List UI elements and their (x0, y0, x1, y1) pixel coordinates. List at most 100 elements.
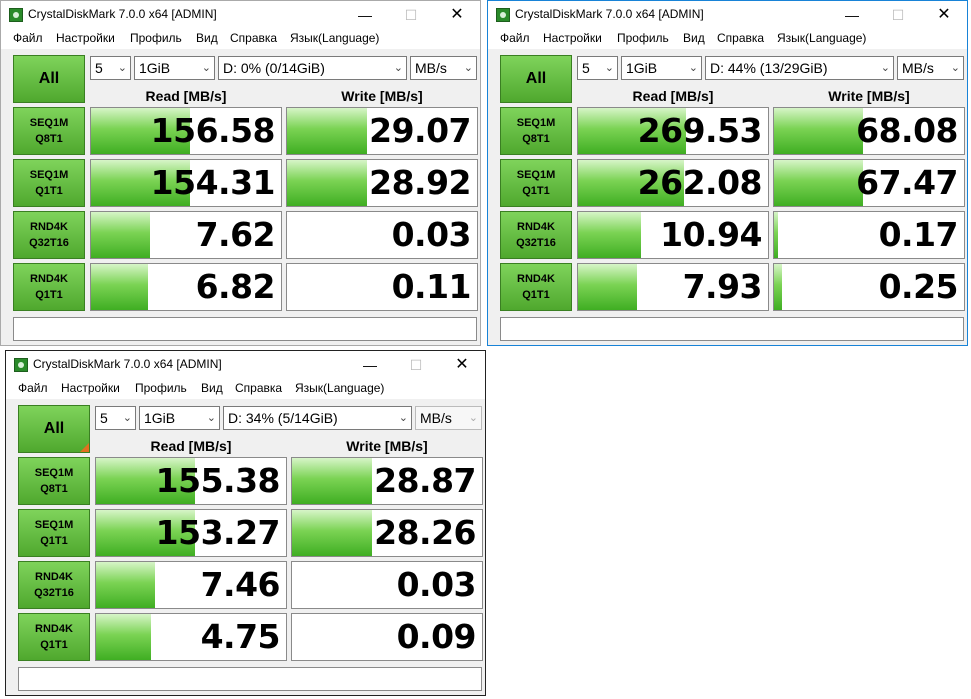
write-value: 67.47 (856, 163, 958, 202)
write-result: 0.03 (291, 561, 483, 609)
read-result: 10.94 (577, 211, 769, 259)
test-run-button[interactable]: RND4K Q32T16 (500, 211, 572, 259)
test-run-button[interactable]: RND4K Q1T1 (18, 613, 90, 661)
test-size-select[interactable]: 1GiB ⌄ (139, 406, 220, 430)
cdm-window-1: CrystalDiskMark 7.0.0 x64 [ADMIN] — ☐ ✕ Файл… (0, 0, 481, 346)
test-run-button[interactable]: RND4K Q1T1 (500, 263, 572, 311)
test-name: RND4K (35, 571, 73, 583)
chevron-down-icon: ⌄ (117, 62, 127, 74)
comment-field[interactable] (13, 317, 477, 341)
menu-item[interactable]: Файл (13, 31, 43, 45)
test-run-button[interactable]: SEQ1M Q1T1 (18, 509, 90, 557)
read-result: 156.58 (90, 107, 282, 155)
close-button[interactable]: ✕ (434, 1, 480, 29)
minimize-button[interactable]: — (829, 1, 875, 29)
drive-value: D: 44% (13/29GiB) (710, 60, 828, 76)
test-params: Q32T16 (516, 237, 556, 249)
run-all-button[interactable]: All (500, 55, 572, 103)
read-bar (96, 562, 155, 608)
read-value: 7.46 (200, 565, 281, 604)
write-result: 68.08 (773, 107, 965, 155)
write-value: 0.03 (396, 565, 477, 604)
run-all-button[interactable]: All (13, 55, 85, 103)
menu-item[interactable]: Настройки (61, 381, 120, 395)
test-run-button[interactable]: SEQ1M Q8T1 (13, 107, 85, 155)
write-result: 28.92 (286, 159, 478, 207)
test-size-select[interactable]: 1GiB ⌄ (134, 56, 215, 80)
test-run-button[interactable]: RND4K Q32T16 (13, 211, 85, 259)
read-header: Read [MB/s] (145, 88, 227, 104)
test-size-value: 1GiB (626, 60, 658, 76)
chevron-down-icon: ⌄ (463, 62, 473, 74)
write-bar (292, 510, 372, 556)
close-button[interactable]: ✕ (439, 351, 485, 379)
menu-item[interactable]: Справка (235, 381, 282, 395)
write-value: 68.08 (856, 111, 958, 150)
test-name: RND4K (35, 623, 73, 635)
title-bar[interactable]: CrystalDiskMark 7.0.0 x64 [ADMIN] — ☐ ✕ (488, 1, 967, 29)
minimize-button[interactable]: — (342, 1, 388, 29)
menu-item[interactable]: Справка (230, 31, 277, 45)
test-count-select[interactable]: 5 ⌄ (577, 56, 618, 80)
read-bar (96, 614, 152, 660)
test-params: Q1T1 (522, 185, 550, 197)
test-run-button[interactable]: SEQ1M Q1T1 (13, 159, 85, 207)
chevron-down-icon: ⌄ (880, 62, 890, 74)
maximize-button[interactable]: ☐ (388, 1, 434, 29)
test-count-select[interactable]: 5 ⌄ (95, 406, 136, 430)
title-bar[interactable]: CrystalDiskMark 7.0.0 x64 [ADMIN] — ☐ ✕ (6, 351, 485, 379)
menu-item[interactable]: Файл (18, 381, 48, 395)
maximize-button[interactable]: ☐ (875, 1, 921, 29)
drive-select[interactable]: D: 0% (0/14GiB) ⌄ (218, 56, 407, 80)
maximize-button[interactable]: ☐ (393, 351, 439, 379)
write-result: 0.09 (291, 613, 483, 661)
menu-item[interactable]: Язык(Language) (295, 381, 384, 395)
test-run-button[interactable]: RND4K Q1T1 (13, 263, 85, 311)
menu-item[interactable]: Профиль (130, 31, 182, 45)
test-run-button[interactable]: SEQ1M Q8T1 (500, 107, 572, 155)
chevron-down-icon: ⌄ (468, 412, 478, 424)
menu-item[interactable]: Язык(Language) (777, 31, 866, 45)
write-result: 0.03 (286, 211, 478, 259)
read-bar (91, 264, 148, 310)
write-result: 0.17 (773, 211, 965, 259)
menu-item[interactable]: Профиль (135, 381, 187, 395)
chevron-down-icon: ⌄ (122, 412, 132, 424)
unit-select[interactable]: MB/s ⌄ (415, 406, 482, 430)
unit-select[interactable]: MB/s ⌄ (897, 56, 964, 80)
drive-select[interactable]: D: 44% (13/29GiB) ⌄ (705, 56, 894, 80)
test-count-value: 5 (582, 60, 590, 76)
test-run-button[interactable]: RND4K Q32T16 (18, 561, 90, 609)
test-count-select[interactable]: 5 ⌄ (90, 56, 131, 80)
unit-select[interactable]: MB/s ⌄ (410, 56, 477, 80)
write-header: Write [MB/s] (341, 88, 423, 104)
drive-select[interactable]: D: 34% (5/14GiB) ⌄ (223, 406, 412, 430)
menu-item[interactable]: Файл (500, 31, 530, 45)
minimize-button[interactable]: — (347, 351, 393, 379)
test-run-button[interactable]: SEQ1M Q8T1 (18, 457, 90, 505)
read-value: 7.62 (195, 215, 276, 254)
read-result: 4.75 (95, 613, 287, 661)
menu-item[interactable]: Вид (683, 31, 705, 45)
menu-item[interactable]: Вид (201, 381, 223, 395)
write-result: 0.11 (286, 263, 478, 311)
read-result: 7.46 (95, 561, 287, 609)
menu-bar: Файл Настройки Профиль Вид Справка Язык(Langu… (6, 379, 485, 399)
menu-item[interactable]: Справка (717, 31, 764, 45)
comment-field[interactable] (500, 317, 964, 341)
run-all-button[interactable]: All (18, 405, 90, 453)
menu-item[interactable]: Настройки (543, 31, 602, 45)
title-bar[interactable]: CrystalDiskMark 7.0.0 x64 [ADMIN] — ☐ ✕ (1, 1, 480, 29)
menu-item[interactable]: Настройки (56, 31, 115, 45)
test-params: Q1T1 (35, 185, 63, 197)
read-result: 269.53 (577, 107, 769, 155)
menu-item[interactable]: Вид (196, 31, 218, 45)
test-run-button[interactable]: SEQ1M Q1T1 (500, 159, 572, 207)
menu-item[interactable]: Профиль (617, 31, 669, 45)
read-result: 262.08 (577, 159, 769, 207)
chevron-down-icon: ⌄ (206, 412, 216, 424)
menu-item[interactable]: Язык(Language) (290, 31, 379, 45)
comment-field[interactable] (18, 667, 482, 691)
test-size-select[interactable]: 1GiB ⌄ (621, 56, 702, 80)
close-button[interactable]: ✕ (921, 1, 967, 29)
